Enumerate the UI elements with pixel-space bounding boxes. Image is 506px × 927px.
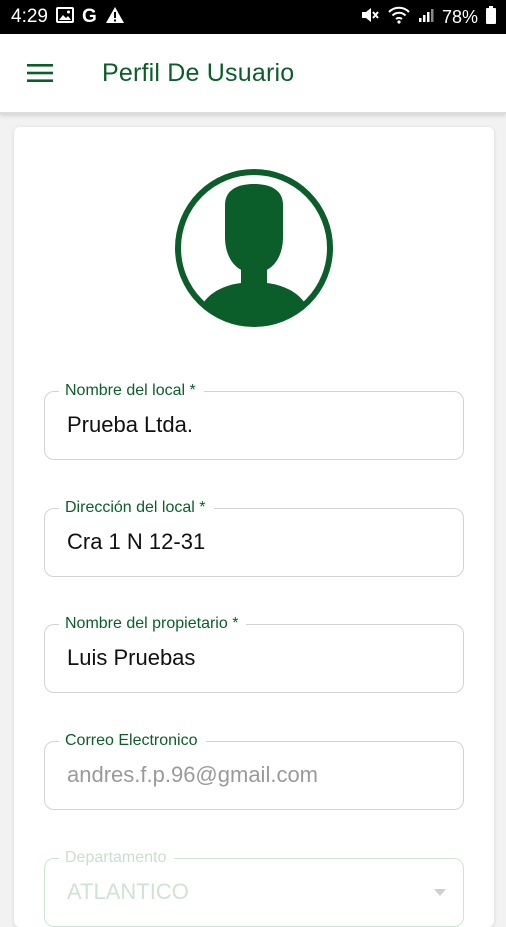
status-bar: 4:29 G 78%	[0, 0, 506, 34]
field-label: Nombre del propietario *	[59, 614, 247, 634]
field-label: Correo Electronico	[59, 731, 206, 751]
warning-icon	[105, 6, 125, 29]
email-field[interactable]: Correo Electronico andres.f.p.96@gmail.c…	[44, 731, 464, 810]
field-value: ATLANTICO	[67, 879, 189, 904]
battery-icon	[486, 5, 496, 29]
clock: 4:29	[11, 6, 48, 27]
app-bar: Perfil De Usuario	[0, 34, 506, 114]
status-bar-right: 78%	[360, 5, 496, 29]
field-label: Departamento	[59, 848, 175, 868]
field-value: Luis Pruebas	[67, 645, 196, 670]
signal-icon	[418, 7, 434, 28]
google-icon: G	[81, 6, 97, 27]
field-value: Cra 1 N 12-31	[67, 529, 206, 554]
hamburger-menu-icon[interactable]	[0, 33, 80, 113]
profile-card: Nombre del local * Prueba Ltda. Direcció…	[14, 127, 494, 927]
battery-percentage: 78%	[441, 6, 478, 27]
business-name-field[interactable]: Nombre del local * Prueba Ltda.	[44, 381, 464, 460]
page-title: Perfil De Usuario	[102, 58, 295, 87]
user-avatar-icon[interactable]	[173, 167, 335, 329]
image-icon	[55, 6, 74, 28]
field-label: Nombre del local *	[59, 381, 204, 401]
department-select[interactable]: Departamento ATLANTICO	[44, 848, 464, 927]
field-value: andres.f.p.96@gmail.com	[67, 762, 319, 787]
chevron-down-icon[interactable]	[434, 889, 446, 896]
mute-icon	[360, 6, 380, 29]
business-address-field[interactable]: Dirección del local * Cra 1 N 12-31	[44, 498, 464, 577]
field-value: Prueba Ltda.	[67, 412, 193, 437]
status-bar-left: 4:29 G	[11, 6, 125, 29]
owner-name-field[interactable]: Nombre del propietario * Luis Pruebas	[44, 614, 464, 693]
wifi-icon	[388, 6, 410, 29]
field-label: Dirección del local *	[59, 498, 214, 518]
